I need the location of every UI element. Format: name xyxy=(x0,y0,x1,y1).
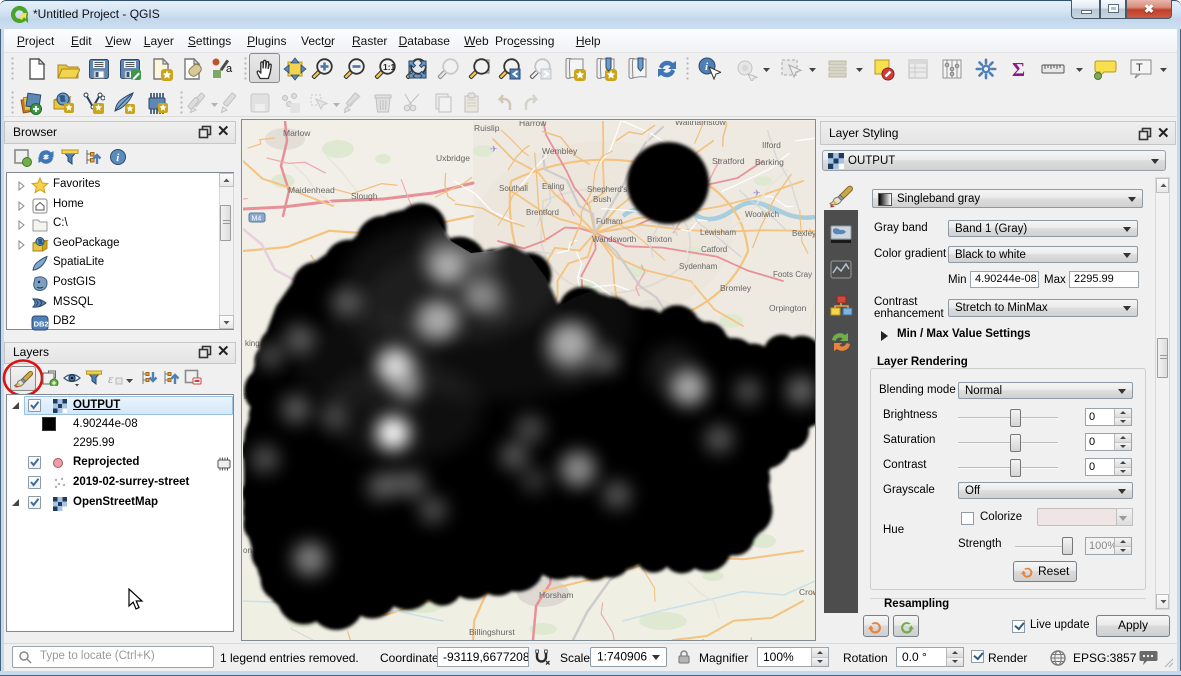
svg-text:ε: ε xyxy=(108,371,114,386)
svg-text:Σ: Σ xyxy=(1012,59,1025,81)
svg-text:1:1: 1:1 xyxy=(383,62,396,72)
svg-text:DB2: DB2 xyxy=(34,320,49,329)
svg-text:a: a xyxy=(226,63,233,75)
svg-text:T: T xyxy=(1136,62,1143,74)
